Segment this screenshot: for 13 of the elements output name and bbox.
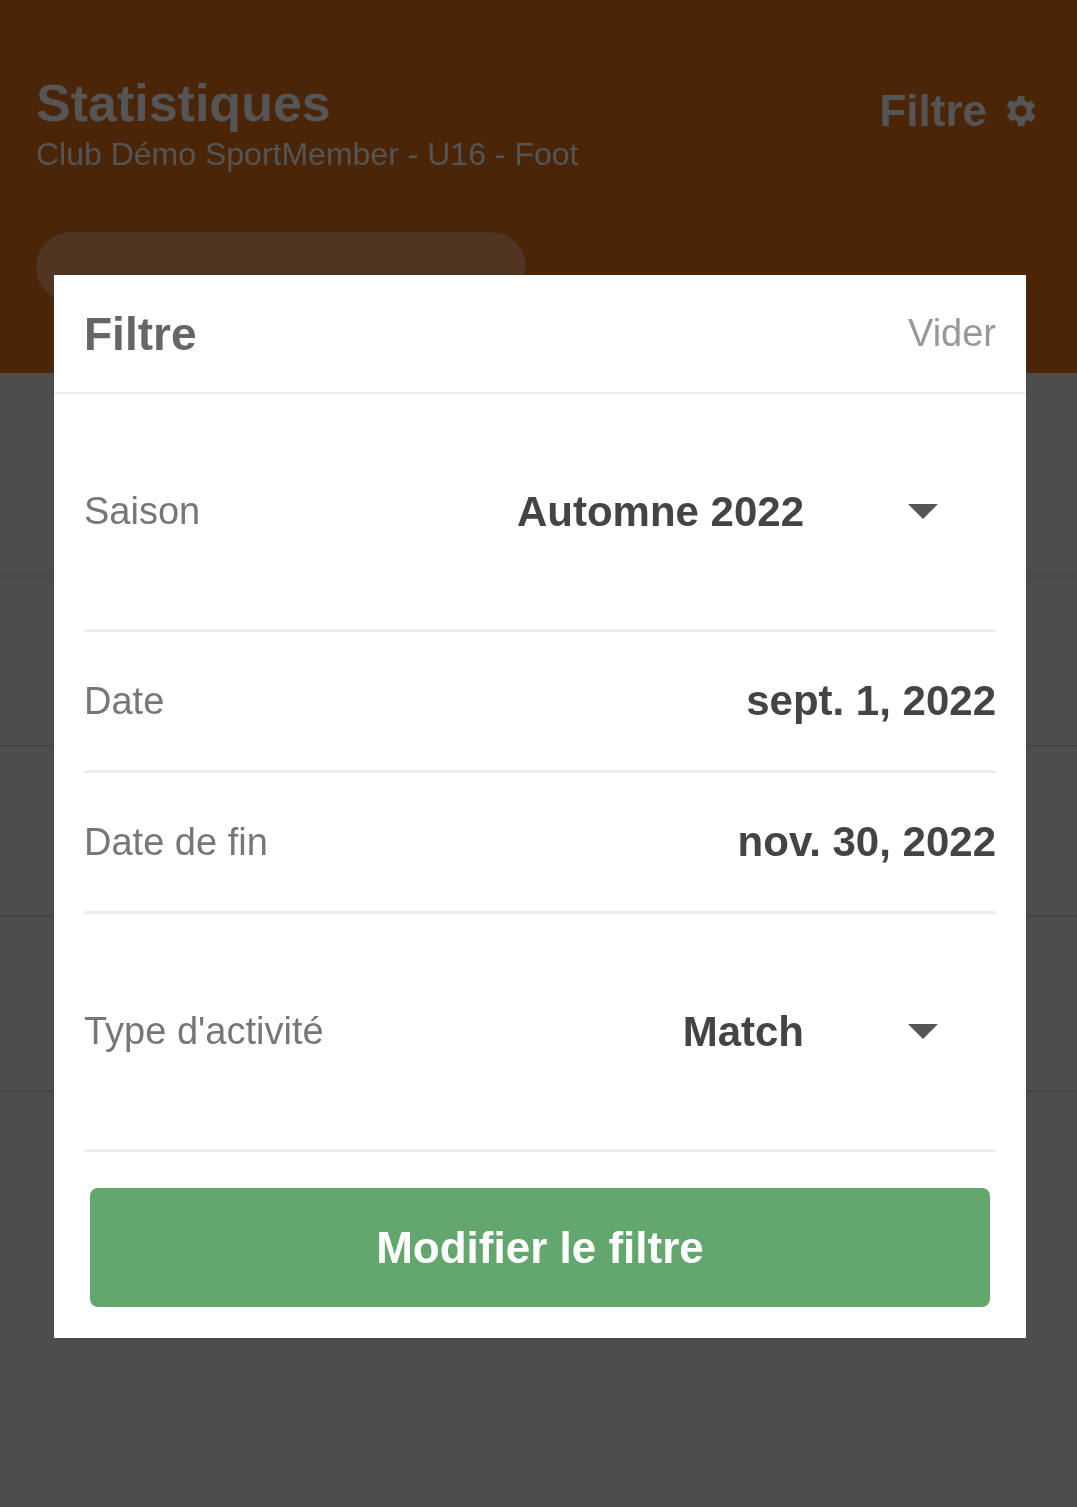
dialog-title: Filtre: [84, 306, 197, 361]
dropdown[interactable]: Match: [682, 1007, 996, 1056]
date-field[interactable]: nov. 30, 2022: [737, 818, 996, 866]
page-title: Statistiques: [36, 73, 332, 134]
field-label: Saison: [84, 490, 201, 533]
field-label: Date de fin: [84, 820, 268, 864]
page-subtitle: Club Démo SportMember - U16 - Foot: [36, 135, 579, 174]
caret-icon: [908, 1024, 938, 1039]
dropdown[interactable]: Automne 2022: [516, 487, 996, 536]
field-label: Type d'activité: [84, 1010, 324, 1053]
date-field[interactable]: sept. 1, 2022: [746, 677, 996, 725]
caret-icon: [908, 504, 938, 519]
field-label: Date: [84, 679, 165, 723]
